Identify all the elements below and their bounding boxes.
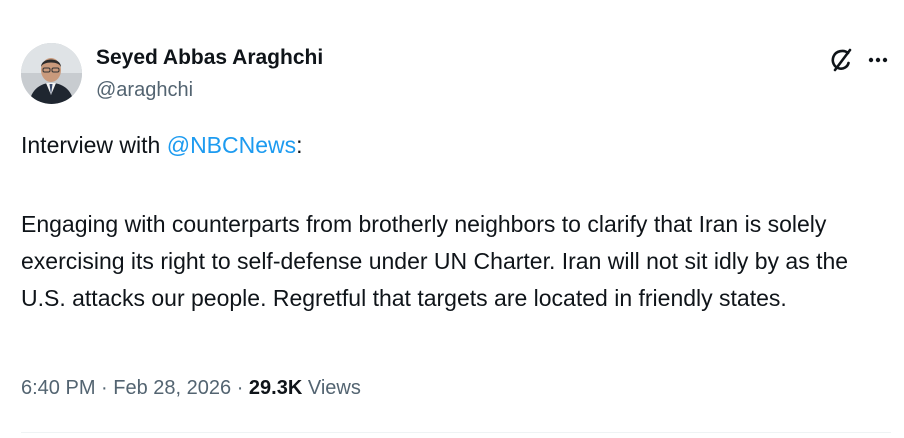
- timestamp-link[interactable]: 6:40 PM · Feb 28, 2026: [21, 377, 231, 399]
- more-dots-icon[interactable]: [863, 45, 893, 75]
- intro-prefix: Interview with: [21, 132, 167, 158]
- tweet-meta: 6:40 PM · Feb 28, 2026 · 29.3K Views: [21, 377, 361, 400]
- grok-icon[interactable]: [826, 45, 856, 75]
- divider: [21, 432, 891, 433]
- author-handle[interactable]: @araghchi: [96, 79, 193, 102]
- intro-suffix: :: [296, 132, 303, 158]
- avatar[interactable]: [21, 43, 82, 104]
- tweet-card: Seyed Abbas Araghchi @araghchi Interview…: [0, 0, 904, 438]
- author-name[interactable]: Seyed Abbas Araghchi: [96, 46, 323, 70]
- meta-separator: ·: [231, 377, 249, 399]
- avatar-image: [21, 43, 82, 104]
- tweet-body: Engaging with counterparts from brotherl…: [21, 211, 849, 311]
- views-label: Views: [302, 377, 361, 399]
- tweet-intro: Interview with @NBCNews:: [21, 127, 891, 164]
- mention-link[interactable]: @NBCNews: [167, 132, 296, 158]
- views-count: 29.3K: [248, 377, 303, 399]
